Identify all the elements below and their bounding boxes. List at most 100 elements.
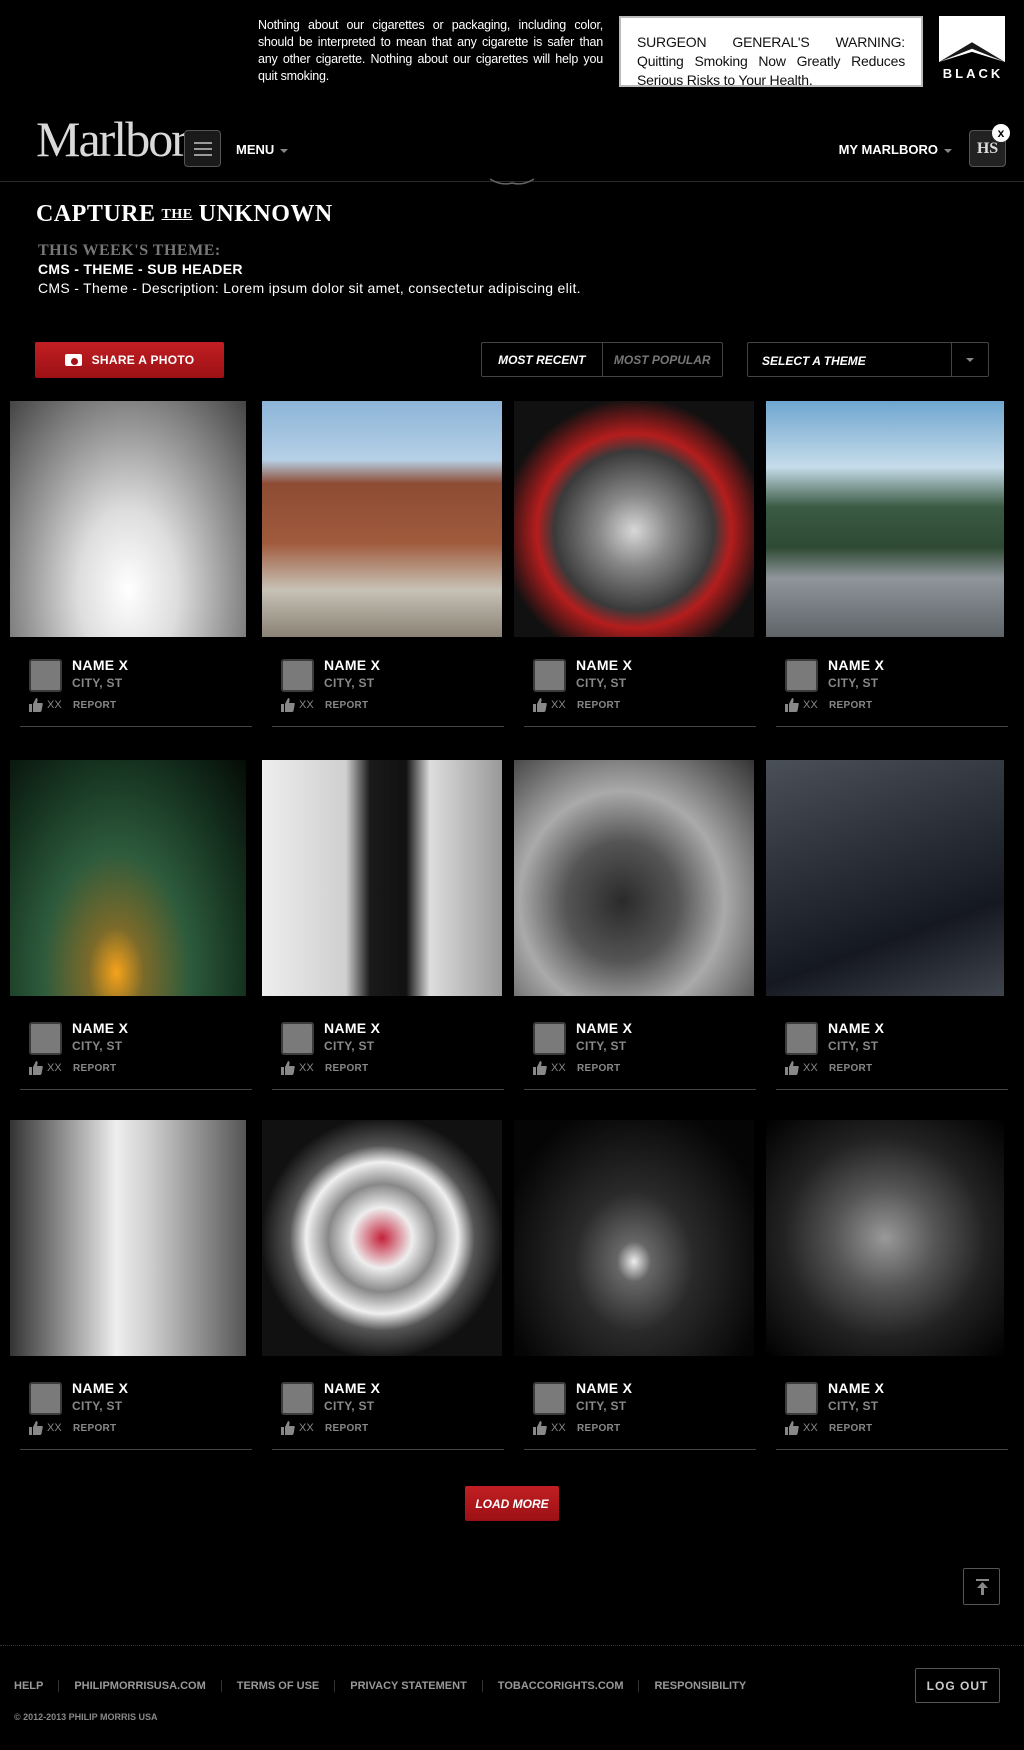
thumbs-up-icon[interactable] <box>29 698 43 712</box>
avatar[interactable] <box>29 1022 62 1055</box>
photo-thumbnail[interactable] <box>10 760 246 996</box>
avatar[interactable] <box>29 659 62 692</box>
share-photo-button[interactable]: SHARE A PHOTO <box>35 342 224 378</box>
avatar[interactable] <box>533 1382 566 1415</box>
photo-thumbnail[interactable] <box>262 760 502 996</box>
avatar[interactable] <box>533 1022 566 1055</box>
back-to-top-button[interactable] <box>963 1568 1000 1605</box>
theme-select-value: SELECT A THEME <box>762 354 866 368</box>
menu-dropdown[interactable]: MENU <box>236 142 289 157</box>
author-name[interactable]: NAME X <box>72 1020 128 1036</box>
author-name[interactable]: NAME X <box>576 1380 632 1396</box>
footer-link-tobaccorights[interactable]: TOBACCORIGHTS.COM <box>481 1680 639 1692</box>
chevron-down-icon <box>944 148 952 153</box>
avatar[interactable] <box>785 1022 818 1055</box>
footer-link-help[interactable]: HELP <box>14 1680 58 1692</box>
author-name[interactable]: NAME X <box>576 657 632 673</box>
brand-logo[interactable]: Marlboro <box>36 110 211 168</box>
photo-thumbnail[interactable] <box>10 401 246 637</box>
load-more-button[interactable]: LOAD MORE <box>465 1486 559 1521</box>
black-logo-text: BLACK <box>942 66 1004 81</box>
avatar[interactable] <box>533 659 566 692</box>
like-count: XX <box>551 699 566 711</box>
photo-actions: XX REPORT <box>524 1054 756 1090</box>
warning-bar: Nothing about our cigarettes or packagin… <box>0 0 1024 100</box>
avatar[interactable] <box>281 1382 314 1415</box>
menu-button[interactable] <box>184 130 221 167</box>
avatar[interactable] <box>281 1022 314 1055</box>
author-name[interactable]: NAME X <box>324 1380 380 1396</box>
avatar[interactable] <box>281 659 314 692</box>
footer-link-pmusa[interactable]: PHILIPMORRISUSA.COM <box>58 1680 220 1692</box>
report-link[interactable]: REPORT <box>325 1423 368 1434</box>
theme-description: CMS - Theme - Description: Lorem ipsum d… <box>38 280 581 296</box>
author-name[interactable]: NAME X <box>828 1380 884 1396</box>
like-count: XX <box>803 1062 818 1074</box>
author-name[interactable]: NAME X <box>828 1020 884 1036</box>
author-name[interactable]: NAME X <box>72 1380 128 1396</box>
chevron-down-icon <box>280 148 289 153</box>
photo-actions: XX REPORT <box>20 691 252 727</box>
thumbs-up-icon[interactable] <box>533 1061 547 1075</box>
report-link[interactable]: REPORT <box>577 700 620 711</box>
photo-thumbnail[interactable] <box>766 401 1004 637</box>
thumbs-up-icon[interactable] <box>281 1061 295 1075</box>
photo-thumbnail[interactable] <box>10 1120 246 1356</box>
report-link[interactable]: REPORT <box>73 1063 116 1074</box>
author-name[interactable]: NAME X <box>324 657 380 673</box>
photo-thumbnail[interactable] <box>262 401 502 637</box>
menu-label: MENU <box>236 142 275 157</box>
thumbs-up-icon[interactable] <box>533 1421 547 1435</box>
photo-thumbnail[interactable] <box>766 1120 1004 1356</box>
photo-thumbnail[interactable] <box>766 760 1004 996</box>
sort-most-popular[interactable]: MOST POPULAR <box>603 343 723 376</box>
thumbs-up-icon[interactable] <box>533 698 547 712</box>
report-link[interactable]: REPORT <box>829 1423 872 1434</box>
sort-toggle: MOST RECENT MOST POPULAR <box>481 342 723 377</box>
photo-author: NAME X CITY, ST <box>20 1018 252 1058</box>
author-name[interactable]: NAME X <box>324 1020 380 1036</box>
author-name[interactable]: NAME X <box>576 1020 632 1036</box>
author-name[interactable]: NAME X <box>72 657 128 673</box>
thumbs-up-icon[interactable] <box>29 1421 43 1435</box>
footer-link-privacy[interactable]: PRIVACY STATEMENT <box>334 1680 482 1692</box>
title-the: THE <box>161 207 193 222</box>
thumbs-up-icon[interactable] <box>281 698 295 712</box>
chevron-down-icon[interactable] <box>951 343 988 376</box>
report-link[interactable]: REPORT <box>577 1423 620 1434</box>
photo-author: NAME X CITY, ST <box>20 655 252 695</box>
photo-thumbnail[interactable] <box>262 1120 502 1356</box>
report-link[interactable]: REPORT <box>325 1063 368 1074</box>
logout-button[interactable]: LOG OUT <box>915 1668 1000 1703</box>
my-marlboro-dropdown[interactable]: MY MARLBORO <box>839 142 952 157</box>
report-link[interactable]: REPORT <box>577 1063 620 1074</box>
photo-author: NAME X CITY, ST <box>524 655 756 695</box>
theme-select[interactable]: SELECT A THEME <box>747 342 989 377</box>
thumbs-up-icon[interactable] <box>785 1421 799 1435</box>
report-link[interactable]: REPORT <box>829 700 872 711</box>
author-name[interactable]: NAME X <box>828 657 884 673</box>
avatar[interactable] <box>785 1382 818 1415</box>
footer: HELP PHILIPMORRISUSA.COM TERMS OF USE PR… <box>0 1645 1024 1750</box>
photo-thumbnail[interactable] <box>514 401 754 637</box>
avatar[interactable] <box>29 1382 62 1415</box>
report-link[interactable]: REPORT <box>325 700 368 711</box>
sort-most-recent[interactable]: MOST RECENT <box>482 343 603 376</box>
thumbs-up-icon[interactable] <box>29 1061 43 1075</box>
thumbs-up-icon[interactable] <box>785 1061 799 1075</box>
report-link[interactable]: REPORT <box>73 1423 116 1434</box>
thumbs-up-icon[interactable] <box>281 1421 295 1435</box>
close-icon[interactable]: x <box>992 124 1010 142</box>
thumbs-up-icon[interactable] <box>785 698 799 712</box>
like-count: XX <box>47 1422 62 1434</box>
report-link[interactable]: REPORT <box>829 1063 872 1074</box>
photo-thumbnail[interactable] <box>514 1120 754 1356</box>
theme-sub-header: CMS - THEME - SUB HEADER <box>38 261 243 277</box>
hamburger-icon-line <box>194 148 212 150</box>
report-link[interactable]: REPORT <box>73 700 116 711</box>
footer-link-responsibility[interactable]: RESPONSIBILITY <box>638 1680 761 1692</box>
photo-author: NAME X CITY, ST <box>20 1378 252 1418</box>
avatar[interactable] <box>785 659 818 692</box>
footer-link-terms[interactable]: TERMS OF USE <box>220 1680 335 1692</box>
photo-thumbnail[interactable] <box>514 760 754 996</box>
